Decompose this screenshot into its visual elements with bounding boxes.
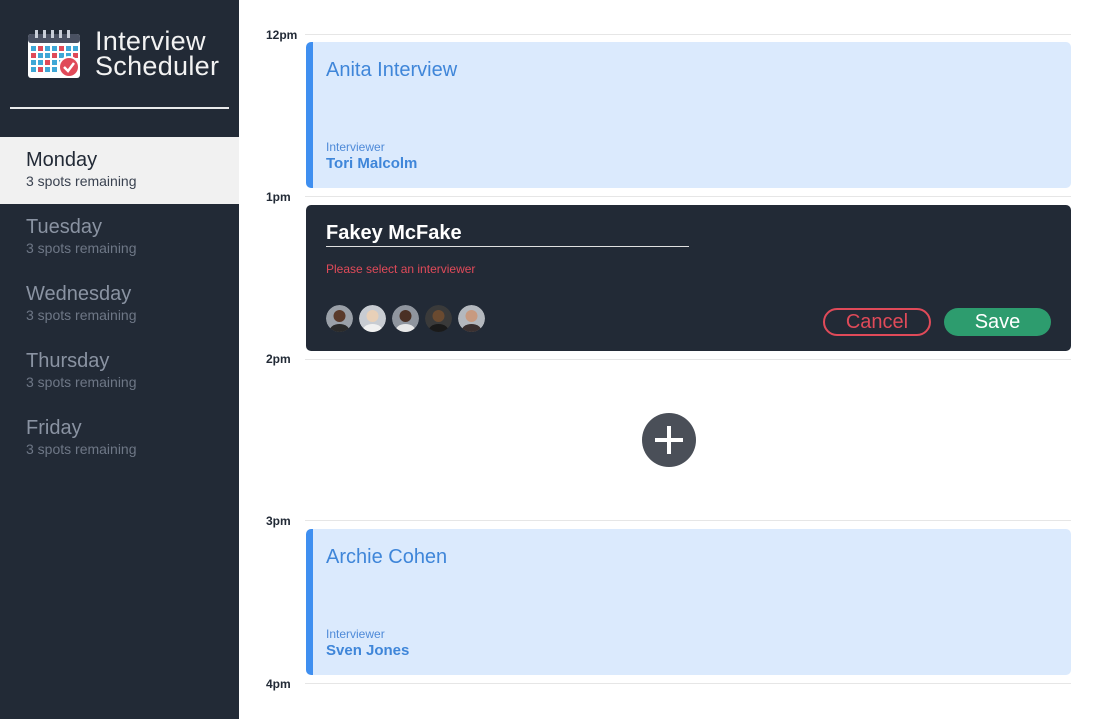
day-item-wednesday[interactable]: Wednesday 3 spots remaining — [0, 271, 239, 338]
sidebar-divider — [10, 107, 229, 109]
day-list: Monday 3 spots remaining Tuesday 3 spots… — [0, 137, 239, 472]
hour-divider — [305, 683, 1071, 684]
day-item-thursday[interactable]: Thursday 3 spots remaining — [0, 338, 239, 405]
hour-label: 3pm — [266, 514, 291, 528]
sidebar: Interview Scheduler Monday 3 spots remai… — [0, 0, 239, 719]
interviewer-name: Sven Jones — [326, 642, 410, 659]
day-name: Thursday — [26, 350, 110, 372]
interviewer-avatar[interactable] — [458, 305, 485, 332]
app-title-line2: Scheduler — [95, 51, 220, 81]
student-name: Anita Interview — [326, 59, 458, 81]
interviewer-avatar[interactable] — [326, 305, 353, 332]
hour-divider — [305, 196, 1071, 197]
hour-label: 4pm — [266, 677, 291, 691]
day-spots: 3 spots remaining — [26, 374, 137, 390]
day-spots: 3 spots remaining — [26, 307, 137, 323]
interviewer-label: Interviewer — [326, 627, 385, 641]
validation-message: Please select an interviewer — [326, 262, 476, 276]
day-spots: 3 spots remaining — [26, 173, 137, 189]
hour-label: 1pm — [266, 190, 291, 204]
calendar-check-icon — [28, 30, 80, 78]
day-item-monday[interactable]: Monday 3 spots remaining — [0, 137, 239, 204]
hour-divider — [305, 34, 1071, 35]
interviewer-label: Interviewer — [326, 140, 385, 154]
hour-label: 2pm — [266, 352, 291, 366]
hour-label: 12pm — [266, 28, 298, 42]
day-name: Tuesday — [26, 216, 102, 238]
day-item-friday[interactable]: Friday 3 spots remaining — [0, 405, 239, 472]
day-spots: 3 spots remaining — [26, 441, 137, 457]
day-name: Monday — [26, 149, 98, 171]
interviewer-avatar[interactable] — [392, 305, 419, 332]
cancel-button[interactable]: Cancel — [823, 308, 931, 336]
appointment-card[interactable]: Anita Interview Interviewer Tori Malcolm — [306, 42, 1071, 188]
app-title: Interview Scheduler — [95, 28, 220, 81]
student-name-input[interactable] — [326, 221, 689, 247]
hour-divider — [305, 520, 1071, 521]
day-spots: 3 spots remaining — [26, 240, 137, 256]
hour-divider — [305, 359, 1071, 360]
interviewer-avatar[interactable] — [359, 305, 386, 332]
interviewer-name: Tori Malcolm — [326, 155, 418, 172]
interviewer-avatar[interactable] — [425, 305, 452, 332]
day-name: Friday — [26, 417, 82, 439]
plus-icon[interactable] — [642, 413, 696, 467]
day-name: Wednesday — [26, 283, 132, 305]
student-name: Archie Cohen — [326, 546, 448, 568]
appointment-card[interactable]: Archie Cohen Interviewer Sven Jones — [306, 529, 1071, 675]
save-button[interactable]: Save — [944, 308, 1051, 336]
interviewer-list — [326, 305, 485, 332]
day-item-tuesday[interactable]: Tuesday 3 spots remaining — [0, 204, 239, 271]
appointment-form: Please select an interviewer Cancel — [306, 205, 1071, 351]
